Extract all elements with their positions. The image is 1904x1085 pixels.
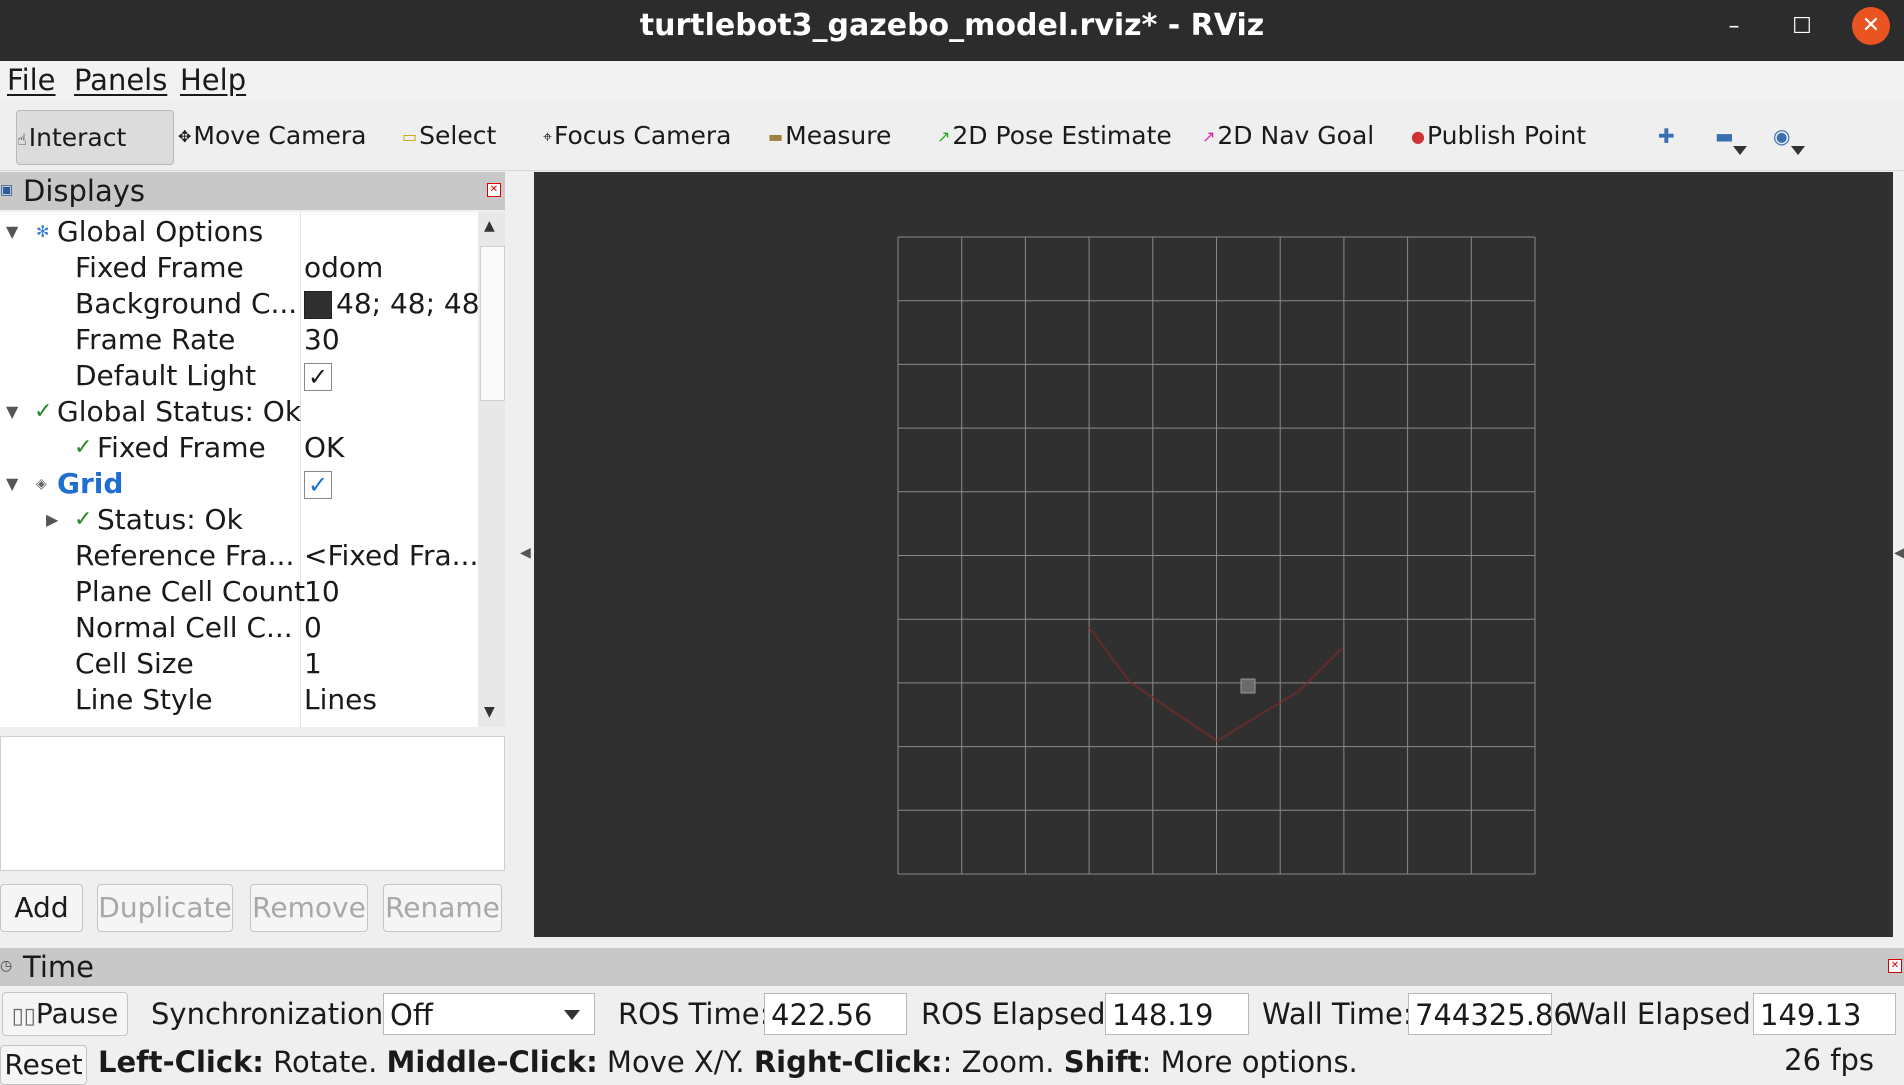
chevron-down-icon[interactable]: ▼ xyxy=(6,394,18,430)
close-icon[interactable]: ✕ xyxy=(1888,959,1902,973)
check-icon: ✓ xyxy=(74,435,93,460)
pink-arrow-icon: ↗ xyxy=(1202,127,1216,146)
tree-row-grid-status[interactable]: ▶ ✓ Status: Ok xyxy=(0,502,477,538)
close-button[interactable]: ✕ xyxy=(1852,7,1890,45)
time-bar: ▯▯Pause Synchronization: Off ROS Time: 4… xyxy=(0,988,1904,1038)
check-icon: ✓ xyxy=(74,507,93,532)
tool-measure-button[interactable]: ▬Measure xyxy=(768,118,891,154)
ros-elapsed-label: ROS Elapsed: xyxy=(921,997,1116,1031)
hand-pointer-icon: ☝ xyxy=(17,129,27,149)
menu-file[interactable]: File xyxy=(7,63,56,97)
tree-row-cell-size[interactable]: Cell Size 1 xyxy=(0,646,477,682)
robot-scan-lines xyxy=(1088,626,1343,742)
robot-model xyxy=(1240,678,1256,694)
tool-focus-camera-button[interactable]: ⌖Focus Camera xyxy=(543,118,731,154)
displays-panel-title: Displays xyxy=(23,174,146,208)
displays-tree: ▼ ✻ Global Options Fixed Frame odom Back… xyxy=(0,212,505,727)
render-viewport[interactable] xyxy=(534,172,1893,937)
move-arrows-icon: ✥ xyxy=(178,127,192,146)
gear-icon: ✻ xyxy=(36,222,50,241)
chevron-down-icon[interactable]: ▼ xyxy=(6,214,18,250)
scroll-up-icon[interactable]: ▲ xyxy=(484,218,495,234)
grid-enabled-checkbox[interactable]: ✓ xyxy=(304,471,332,499)
ros-time-field[interactable]: 422.56 xyxy=(764,993,907,1035)
wall-elapsed-field[interactable]: 149.13 xyxy=(1753,993,1896,1035)
grid-icon: ◈ xyxy=(36,476,47,492)
menu-help[interactable]: Help xyxy=(180,63,246,97)
clock-icon: ◷ xyxy=(0,958,13,974)
tree-row-plane-cell-count[interactable]: Plane Cell Count 10 xyxy=(0,574,477,610)
minimize-button[interactable]: – xyxy=(1716,9,1752,45)
chevron-right-icon[interactable]: ▶ xyxy=(46,502,58,538)
chevron-down-icon xyxy=(564,1010,580,1020)
time-panel-header: ◷ Time ✕ xyxy=(0,948,1904,986)
tree-row-global-options[interactable]: ▼ ✻ Global Options xyxy=(0,214,477,250)
window-titlebar: turtlebot3_gazebo_model.rviz* - RViz – ☐… xyxy=(0,0,1904,61)
tree-row-background-color[interactable]: Background C... 48; 48; 48 xyxy=(0,286,480,322)
green-arrow-icon: ↗ xyxy=(937,127,951,146)
status-hint: Left-Click: Rotate. Middle-Click: Move X… xyxy=(98,1045,1358,1079)
default-light-checkbox[interactable]: ✓ xyxy=(304,363,332,391)
tree-row-line-style[interactable]: Line Style Lines xyxy=(0,682,477,718)
scroll-down-icon[interactable]: ▼ xyxy=(484,704,495,720)
status-bar: Reset Left-Click: Rotate. Middle-Click: … xyxy=(0,1043,1904,1085)
collapse-left-icon[interactable]: ◀ xyxy=(520,545,531,561)
grid-canvas xyxy=(897,236,1536,875)
chevron-down-icon[interactable] xyxy=(1733,146,1747,155)
tree-row-frame-rate[interactable]: Frame Rate 30 xyxy=(0,322,477,358)
pause-button[interactable]: ▯▯Pause xyxy=(2,992,128,1036)
tree-row-default-light[interactable]: Default Light ✓ xyxy=(0,358,477,394)
menu-bar: File Panels Help xyxy=(0,61,1904,101)
focus-crosshair-icon: ⌖ xyxy=(543,127,553,146)
displays-scrollbar[interactable]: ▲ ▼ xyxy=(478,212,505,727)
scrollbar-thumb[interactable] xyxy=(480,246,505,401)
close-icon[interactable]: ✕ xyxy=(487,183,501,197)
tree-row-normal-cell-count[interactable]: Normal Cell C... 0 xyxy=(0,610,477,646)
tool-bar: ☝Interact ✥Move Camera ▭Select ⌖Focus Ca… xyxy=(0,102,1904,171)
tool-nav-goal-button[interactable]: ↗2D Nav Goal xyxy=(1202,118,1374,154)
ros-elapsed-field[interactable]: 148.19 xyxy=(1105,993,1249,1035)
tool-pose-estimate-button[interactable]: ↗2D Pose Estimate xyxy=(937,118,1172,154)
displays-panel-header: ▣ Displays ✕ xyxy=(0,172,505,210)
duplicate-display-button[interactable]: Duplicate xyxy=(97,884,233,932)
tool-select-button[interactable]: ▭Select xyxy=(402,118,496,154)
tool-publish-point-button[interactable]: ●Publish Point xyxy=(1411,118,1586,154)
add-display-button[interactable]: Add xyxy=(0,884,83,932)
wall-time-label: Wall Time: xyxy=(1262,997,1413,1031)
tree-row-global-status[interactable]: ▼ ✓ Global Status: Ok xyxy=(0,394,477,430)
window-title: turtlebot3_gazebo_model.rviz* - RViz xyxy=(639,8,1265,43)
tree-row-fixed-frame-status[interactable]: ✓ Fixed Frame OK xyxy=(0,430,477,466)
collapse-right-icon[interactable]: ◀ xyxy=(1894,545,1904,561)
eye-icon[interactable]: ◉ xyxy=(1773,124,1790,148)
tree-row-grid[interactable]: ▼ ◈ Grid ✓ xyxy=(0,466,477,502)
pause-icon: ▯▯ xyxy=(11,1004,36,1029)
ros-time-label: ROS Time: xyxy=(618,997,770,1031)
ruler-icon: ▬ xyxy=(768,127,784,146)
tool-interact-button[interactable]: ☝Interact xyxy=(16,110,174,165)
wall-elapsed-label: Wall Elapsed: xyxy=(1567,997,1761,1031)
menu-panels[interactable]: Panels xyxy=(74,63,167,97)
monitor-icon: ▣ xyxy=(0,182,14,198)
check-icon: ✓ xyxy=(34,399,53,424)
chevron-down-icon[interactable]: ▼ xyxy=(6,466,18,502)
property-description-box xyxy=(0,736,505,871)
add-tool-icon[interactable]: ✚ xyxy=(1658,124,1675,148)
tree-row-reference-frame[interactable]: Reference Fra... <Fixed Fra... xyxy=(0,538,478,574)
sync-select[interactable]: Off xyxy=(383,993,595,1035)
tool-move-camera-button[interactable]: ✥Move Camera xyxy=(178,118,367,154)
tree-row-fixed-frame[interactable]: Fixed Frame odom xyxy=(0,250,477,286)
time-panel-title: Time xyxy=(23,950,94,984)
sync-label: Synchronization: xyxy=(151,997,394,1031)
map-pin-icon: ● xyxy=(1411,127,1425,146)
chevron-down-icon[interactable] xyxy=(1791,146,1805,155)
rename-display-button[interactable]: Rename xyxy=(383,884,502,932)
select-box-icon: ▭ xyxy=(402,127,418,146)
maximize-button[interactable]: ☐ xyxy=(1784,9,1820,45)
remove-display-button[interactable]: Remove xyxy=(250,884,368,932)
remove-tool-icon[interactable]: ▬ xyxy=(1715,124,1734,148)
wall-time-field[interactable]: 744325.86 xyxy=(1408,993,1572,1035)
color-swatch xyxy=(304,291,332,319)
reset-button[interactable]: Reset xyxy=(0,1045,87,1085)
fps-readout: 26 fps xyxy=(1784,1043,1874,1077)
